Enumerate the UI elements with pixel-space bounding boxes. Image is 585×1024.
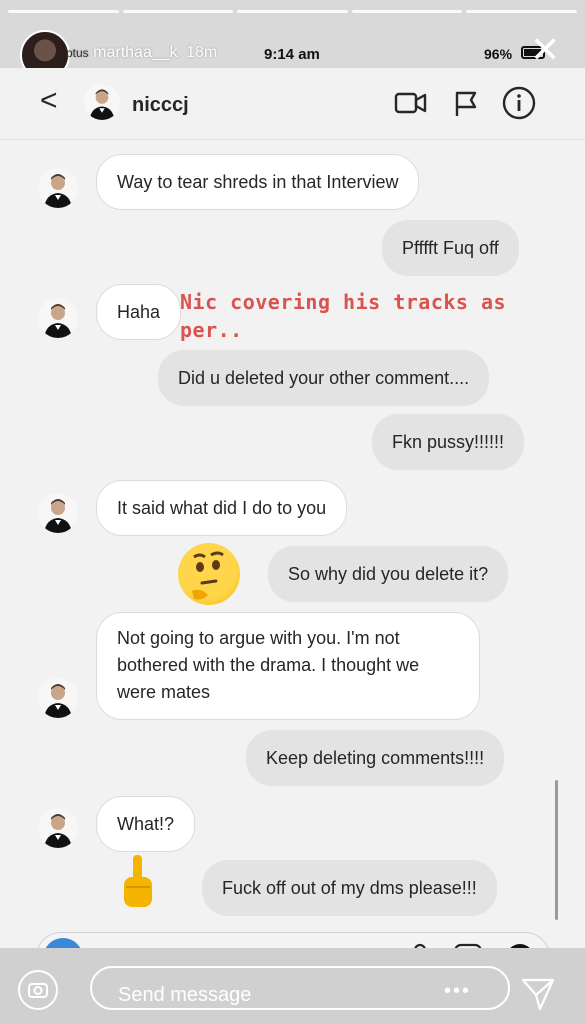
story-progress-segment [8, 10, 119, 13]
story-reply-bar: Send message ••• [0, 948, 585, 1024]
message-bubble-outgoing[interactable]: Fkn pussy!!!!!! [372, 414, 525, 470]
close-icon[interactable]: ✕ [530, 32, 560, 68]
contact-avatar[interactable] [84, 84, 120, 120]
middle-finger-emoji [124, 855, 152, 907]
message-bubble-outgoing[interactable]: Fuck off out of my dms please!!! [202, 860, 497, 916]
message-bubble-incoming[interactable]: Not going to argue with you. I'm not bot… [96, 612, 480, 720]
contact-avatar [38, 678, 78, 718]
story-progress-segment [351, 10, 463, 13]
contact-avatar [38, 493, 78, 533]
send-icon[interactable] [520, 976, 556, 1012]
contact-avatar [38, 808, 78, 848]
contact-avatar [38, 168, 78, 208]
contact-name: nicccj [132, 94, 189, 116]
message-bubble-incoming[interactable]: Way to tear shreds in that Interview [96, 154, 420, 210]
story-progress-segment [237, 10, 348, 13]
more-options-icon[interactable]: ••• [444, 980, 471, 1003]
story-progress-segment [466, 10, 577, 13]
message-bubble-incoming[interactable]: What!? [96, 796, 196, 852]
contact-avatar [38, 298, 78, 338]
status-time: 9:14 am [264, 46, 320, 63]
story-username-text: marthaa__k [93, 44, 178, 61]
battery-percent: 96% [484, 46, 513, 62]
chat-header: < nicccj [0, 68, 585, 140]
send-message-placeholder: Send message [118, 984, 252, 1006]
message-bubble-outgoing[interactable]: So why did you delete it? [268, 546, 509, 602]
message-bubble-incoming[interactable]: It said what did I do to you [96, 480, 348, 536]
flag-icon[interactable] [452, 90, 480, 118]
story-username[interactable]: ptus marthaa__k 18m [66, 44, 217, 62]
story-username-prefix: ptus [66, 46, 89, 60]
message-bubble-outgoing[interactable]: Did u deleted your other comment.... [158, 350, 490, 406]
video-camera-icon[interactable] [394, 90, 428, 116]
story-posted-time: 18m [186, 44, 218, 61]
message-bubble-outgoing[interactable]: Pfffft Fuq off [382, 220, 519, 276]
story-progress-segment [122, 10, 234, 13]
thinking-face-emoji [178, 543, 240, 605]
message-bubble-incoming[interactable]: Haha [96, 284, 182, 340]
camera-icon[interactable] [18, 970, 58, 1010]
story-text-annotation: Nic covering his tracks as per.. [180, 290, 507, 342]
scrollbar[interactable] [555, 780, 558, 920]
dm-screenshot: < nicccj Way to tear shreds in that Inte… [0, 68, 585, 982]
chevron-left-icon[interactable]: < [40, 86, 58, 116]
story-progress-bars [8, 10, 577, 13]
info-icon[interactable] [502, 86, 536, 120]
message-bubble-outgoing[interactable]: Keep deleting comments!!!! [246, 730, 505, 786]
